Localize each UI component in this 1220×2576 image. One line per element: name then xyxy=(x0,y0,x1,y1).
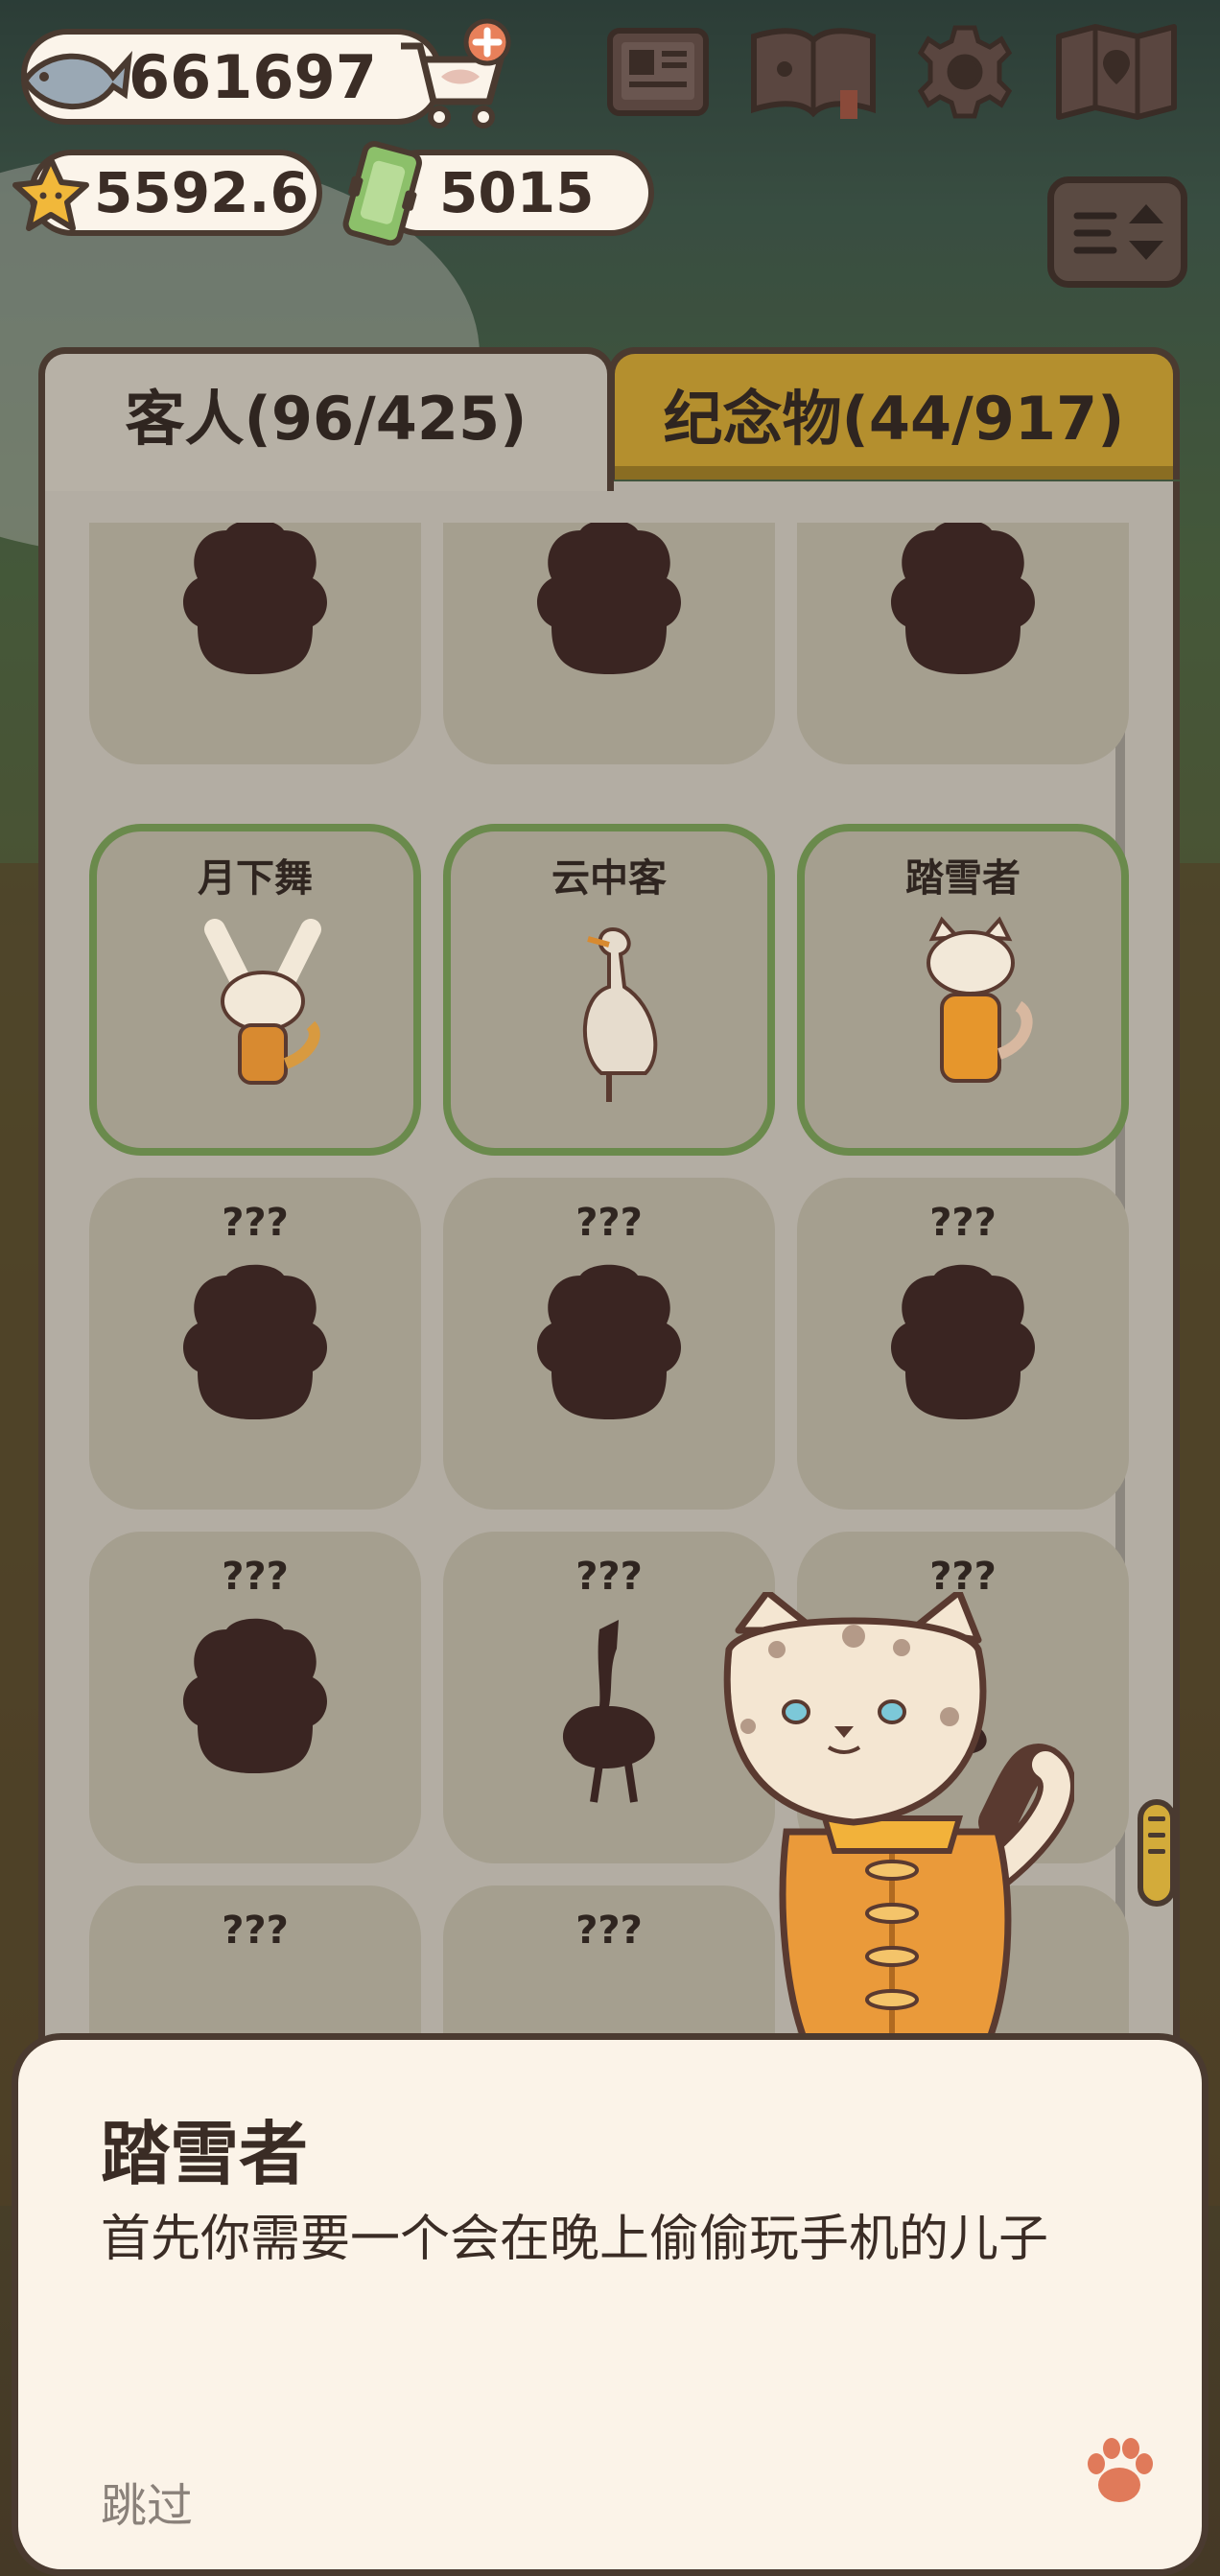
guest-card-name: 月下舞 xyxy=(198,856,313,901)
guest-card-locked[interactable]: ??? xyxy=(89,523,421,764)
gear-icon xyxy=(917,25,1013,119)
tab-souvenirs[interactable]: 纪念物(44/917) xyxy=(608,347,1180,480)
fish-currency-value: 661697 xyxy=(129,41,377,112)
guest-card-name: 踏雪者 xyxy=(905,856,1021,901)
guest-card-found[interactable]: 踏雪者 xyxy=(797,824,1129,1156)
ticket-currency-value: 5015 xyxy=(439,160,595,225)
tab-guests-label: 客人(96/425) xyxy=(125,383,528,454)
guest-card-name: ??? xyxy=(222,1201,289,1245)
newspaper-icon xyxy=(607,28,709,116)
pawbook-button[interactable] xyxy=(746,21,880,123)
settings-button[interactable] xyxy=(911,21,1019,123)
map-button[interactable] xyxy=(1053,21,1180,123)
skip-button[interactable]: 跳过 xyxy=(101,2468,193,2535)
tab-souvenirs-label: 纪念物(44/917) xyxy=(663,383,1125,454)
paw-icon[interactable] xyxy=(1081,2433,1158,2514)
guest-card-name: ??? xyxy=(222,1909,289,1953)
newspaper-button[interactable] xyxy=(604,21,712,123)
dialog-text: 首先你需要一个会在晚上偷偷玩手机的儿子 xyxy=(101,2211,1049,2268)
guest-card-name: ??? xyxy=(222,1555,289,1599)
shop-cart-plus-icon[interactable] xyxy=(393,17,518,136)
dialog-box[interactable]: 踏雪者 首先你需要一个会在晚上偷偷玩手机的儿子 跳过 xyxy=(12,2033,1208,2576)
map-icon xyxy=(1056,24,1177,120)
guest-card-locked[interactable]: ??? xyxy=(443,1178,775,1510)
guest-card-name: ??? xyxy=(575,1201,643,1245)
sort-toggle-icon xyxy=(1073,204,1163,260)
scrollbar-thumb[interactable] xyxy=(1138,1799,1176,1907)
sort-toggle-button[interactable] xyxy=(1047,176,1187,288)
guest-card-name: ??? xyxy=(929,1201,997,1245)
guest-card-locked[interactable]: ??? xyxy=(797,523,1129,764)
dialog-title: 踏雪者 xyxy=(101,2114,309,2194)
guest-card-name: 云中客 xyxy=(551,856,667,901)
pawbook-icon xyxy=(751,28,876,119)
guest-card-found[interactable]: 月下舞 xyxy=(89,824,421,1156)
fish-icon xyxy=(17,38,133,129)
guest-card-locked[interactable]: ??? xyxy=(797,1178,1129,1510)
guest-card-locked[interactable]: ??? xyxy=(89,1885,421,2038)
snow-leopard-cat-character xyxy=(710,1588,1076,2047)
guest-card-found[interactable]: 云中客 xyxy=(443,824,775,1156)
guest-card-locked[interactable]: ??? xyxy=(443,523,775,764)
ticket-icon xyxy=(336,140,432,249)
tab-guests[interactable]: 客人(96/425) xyxy=(38,347,614,491)
star-icon xyxy=(10,153,92,240)
star-currency-value: 5592.6 xyxy=(94,160,309,225)
guest-card-locked[interactable]: ??? xyxy=(89,1178,421,1510)
guest-card-locked[interactable]: ??? xyxy=(89,1532,421,1863)
